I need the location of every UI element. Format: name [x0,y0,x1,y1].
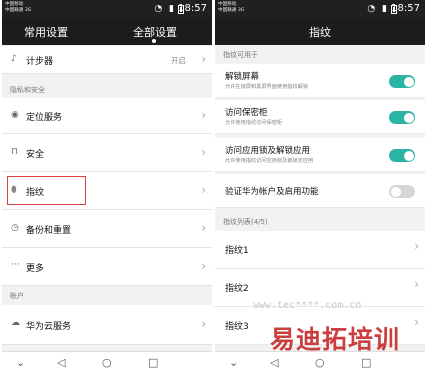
left-phone-screen: 中国移动 中国联通 3G ◔ ▮ 18:57 常用设置 全部设置 ♪ 计步器 开… [2,0,212,374]
row-label: 定位服务 [26,113,63,123]
clock: 18:57 [391,3,420,14]
toggle-title: 访问保密柜 [225,108,268,118]
fingerprint-item-1[interactable]: 指纹1 › [215,231,425,269]
section-privacy: 隐私和安全 [10,86,45,94]
chevron-right-icon: › [201,52,206,66]
home-circle-icon[interactable]: ○ [102,356,112,369]
footsteps-icon: ♪ [11,54,17,64]
tab-common-settings[interactable]: 常用设置 [24,24,68,40]
settings-row-pedometer[interactable]: ♪ 计步器 开启 › [2,46,212,74]
watermark-url: www.tec****.com.cn [253,300,362,311]
signal-icon: ◔ ▮ [367,4,389,14]
toggle-switch-on[interactable] [389,111,415,124]
toggle-row-app-lock[interactable]: 访问应用锁及解锁应用 允许使用指纹访问应用锁及被锁定应用 [215,138,425,172]
more-dots-icon: ··· [11,260,20,270]
toggle-subtitle: 允许使用指纹访问应用锁及被锁定应用 [225,158,314,164]
chevron-right-icon: › [201,259,206,273]
chevron-right-icon: › [414,277,419,291]
chevron-right-icon: › [201,183,206,197]
row-label: 计步器 [26,57,54,67]
fingerprint-label: 指纹1 [225,246,249,256]
toggle-row-safe-box[interactable]: 访问保密柜 允许使用指纹访问保密柜 [215,100,425,134]
lock-icon: ⊓ [11,147,19,157]
toggle-subtitle: 允许在锁屏和黑屏界面使用指纹解锁 [225,84,309,90]
watermark-logo: 易迪拓培训 [270,325,401,354]
fingerprint-highlight-box [7,176,86,205]
fingerprint-label: 指纹2 [225,284,249,294]
right-phone-screen: 中国移动 中国联通 3G ◔ ▮ 18:57 指纹 指纹可用于 解锁屏幕 允许在… [215,0,425,374]
page-titlebar: 指纹 [215,18,425,45]
section-usage: 指纹可用于 [223,51,258,59]
tab-all-settings[interactable]: 全部设置 [133,24,177,40]
nav-bar: ⌄ ◁ ○ □ [2,351,212,374]
back-triangle-icon[interactable]: ◁ [57,356,65,369]
home-circle-icon[interactable]: ○ [315,356,325,369]
cloud-icon: ☁ [11,318,20,328]
toggle-title: 解锁屏幕 [225,72,260,82]
toggle-switch-on[interactable] [389,149,415,162]
active-tab-indicator [152,39,156,43]
chevron-right-icon: › [201,108,206,122]
carrier-2: 中国联通 3G [218,8,245,13]
back-triangle-icon[interactable]: ◁ [270,356,278,369]
status-bar: 中国移动 中国联通 3G ◔ ▮ 18:57 [2,0,212,18]
settings-tabbar: 常用设置 全部设置 [2,18,212,45]
toggle-subtitle: 允许使用指纹访问保密柜 [225,120,283,126]
chevron-right-icon: › [414,239,419,253]
row-value: 开启 [171,56,186,65]
chevron-down-icon[interactable]: ⌄ [229,356,238,369]
backup-icon: ◷ [11,223,19,233]
toggle-title: 访问应用锁及解锁应用 [225,146,311,156]
toggle-switch-off[interactable] [389,185,415,198]
row-label: 华为云服务 [26,322,72,332]
row-label: 备份和重置 [26,226,72,236]
signal-icon: ◔ ▮ [154,4,176,14]
toggle-row-unlock-screen[interactable]: 解锁屏幕 允许在锁屏和黑屏界面使用指纹解锁 [215,64,425,98]
status-bar: 中国移动 中国联通 3G ◔ ▮ 18:57 [215,0,425,18]
settings-row-location[interactable]: ◉ 定位服务 › [2,98,212,134]
recents-square-icon[interactable]: □ [361,356,371,369]
settings-row-backup[interactable]: ◷ 备份和重置 › [2,210,212,248]
carrier-1: 中国移动 [218,2,237,7]
chevron-right-icon: › [201,145,206,159]
location-pin-icon: ◉ [11,110,19,120]
fingerprint-list-header: 指纹列表(4/5) [223,218,268,226]
toggle-row-huawei-account[interactable]: 验证华为帐户及启用功能 [215,174,425,208]
row-label: 安全 [26,150,45,160]
chevron-right-icon: › [414,315,419,329]
row-label: 更多 [26,264,45,274]
carrier-2: 中国联通 3G [5,8,32,13]
page-title: 指纹 [309,26,331,39]
section-account: 帐户 [10,292,24,300]
recents-square-icon[interactable]: □ [148,356,158,369]
toggle-switch-on[interactable] [389,75,415,88]
chevron-down-icon[interactable]: ⌄ [16,356,25,369]
settings-row-security[interactable]: ⊓ 安全 › [2,134,212,172]
settings-row-huawei-cloud[interactable]: ☁ 华为云服务 › [2,305,212,345]
clock: 18:57 [178,3,207,14]
chevron-right-icon: › [201,221,206,235]
fingerprint-label: 指纹3 [225,322,249,332]
carrier-1: 中国移动 [5,2,24,7]
toggle-title: 验证华为帐户及启用功能 [225,187,319,197]
settings-row-more[interactable]: ··· 更多 › [2,248,212,286]
chevron-right-icon: › [201,317,206,331]
